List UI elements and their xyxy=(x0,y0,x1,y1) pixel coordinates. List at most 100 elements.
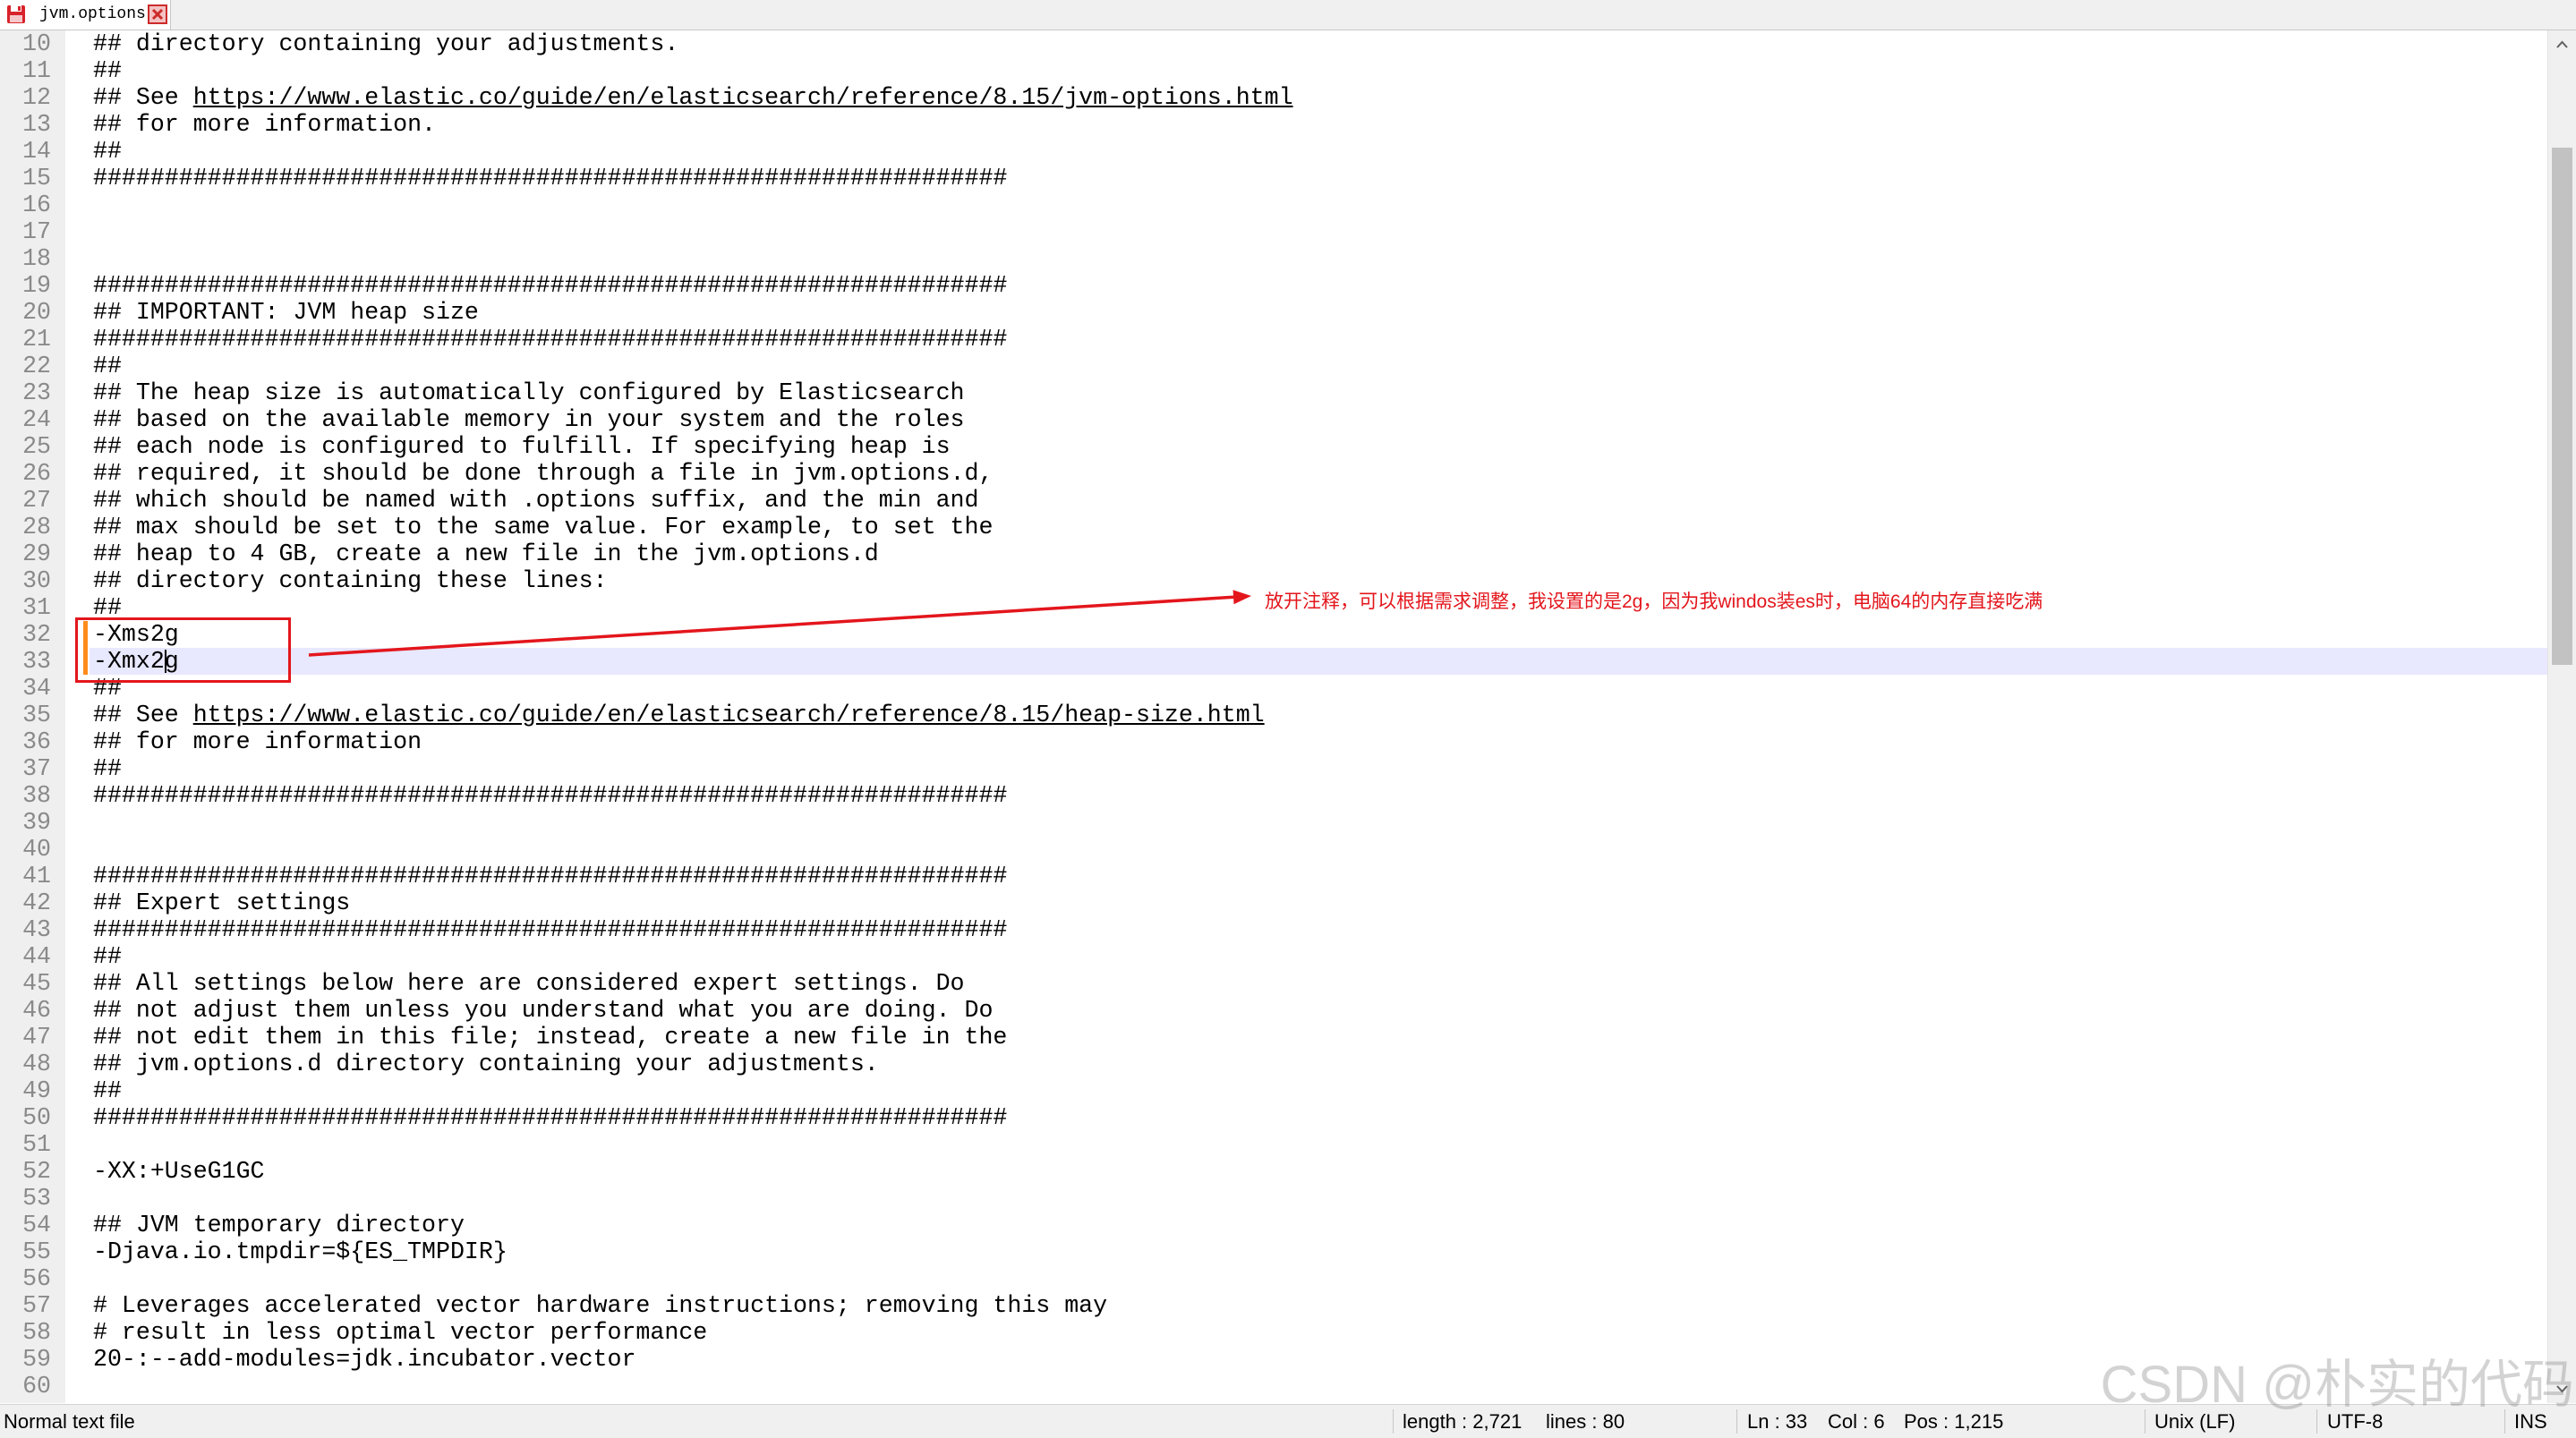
status-separator xyxy=(1736,1409,1737,1434)
code-line[interactable]: 35 ## See https://www.elastic.co/guide/en… xyxy=(0,702,2547,728)
line-content: -XX:+UseG1GC xyxy=(93,1158,265,1185)
code-line[interactable]: 44 ## xyxy=(0,943,2547,970)
code-line[interactable]: 42 ## Expert settings xyxy=(0,889,2547,916)
code-line[interactable]: 48 ## jvm.options.d directory containing … xyxy=(0,1051,2547,1077)
code-line[interactable]: 46 ## not adjust them unless you understa… xyxy=(0,997,2547,1024)
scroll-down-button[interactable] xyxy=(2548,1374,2576,1403)
code-line[interactable]: 18 xyxy=(0,245,2547,272)
line-text: # Leverages accelerated vector hardware … xyxy=(93,1292,1107,1319)
status-insert-mode[interactable]: INS xyxy=(2514,1405,2547,1438)
code-line[interactable]: 45 ## All settings below here are conside… xyxy=(0,970,2547,997)
code-line[interactable]: 29 ## heap to 4 GB, create a new file in … xyxy=(0,540,2547,567)
line-text: -Djava.io.tmpdir=${ES_TMPDIR} xyxy=(93,1238,508,1265)
line-number: 46 xyxy=(22,997,51,1024)
line-number: 37 xyxy=(22,755,51,782)
code-line[interactable]: 53 xyxy=(0,1185,2547,1212)
code-line[interactable]: 11 ## xyxy=(0,57,2547,84)
code-line[interactable]: 36 ## for more information xyxy=(0,728,2547,755)
code-line[interactable]: 41 ######################################… xyxy=(0,863,2547,889)
code-line[interactable]: 34 ## xyxy=(0,675,2547,702)
hyperlink[interactable]: https://www.elastic.co/guide/en/elastics… xyxy=(193,702,1265,728)
line-content: # Leverages accelerated vector hardware … xyxy=(93,1292,1108,1319)
code-line[interactable]: 23 ## The heap size is automatically conf… xyxy=(0,379,2547,406)
line-number: 38 xyxy=(22,782,51,809)
line-text: ## xyxy=(93,943,122,970)
line-number: 57 xyxy=(22,1292,51,1319)
code-line[interactable]: 16 xyxy=(0,191,2547,218)
line-number: 12 xyxy=(22,84,51,111)
line-text: ########################################… xyxy=(93,782,1007,809)
status-eol[interactable]: Unix (LF) xyxy=(2154,1405,2235,1438)
code-line[interactable]: 28 ## max should be set to the same value… xyxy=(0,514,2547,540)
status-encoding[interactable]: UTF-8 xyxy=(2327,1405,2383,1438)
line-number: 20 xyxy=(22,299,51,326)
code-line[interactable]: 39 xyxy=(0,809,2547,836)
code-line[interactable]: 49 ## xyxy=(0,1077,2547,1104)
line-content: ## xyxy=(93,138,122,165)
code-line[interactable]: 13 ## for more information. xyxy=(0,111,2547,138)
chevron-up-icon xyxy=(2548,40,2576,63)
line-text: ## for more information. xyxy=(93,111,436,138)
code-line[interactable]: 15 ######################################… xyxy=(0,165,2547,191)
line-number: 54 xyxy=(22,1212,51,1238)
code-line[interactable]: 47 ## not edit them in this file; instead… xyxy=(0,1024,2547,1051)
line-content: ## xyxy=(93,1077,122,1104)
code-line[interactable]: 12 ## See https://www.elastic.co/guide/en… xyxy=(0,84,2547,111)
line-text: ## not edit them in this file; instead, … xyxy=(93,1024,1007,1051)
code-line[interactable]: 33 -Xmx2g xyxy=(0,648,2547,675)
line-text: ## each node is configured to fulfill. I… xyxy=(93,433,951,460)
code-line[interactable]: 43 ######################################… xyxy=(0,916,2547,943)
line-number: 14 xyxy=(22,138,51,165)
scroll-up-button[interactable] xyxy=(2548,30,2576,59)
line-number: 11 xyxy=(22,57,51,84)
code-line[interactable]: 27 ## which should be named with .options… xyxy=(0,487,2547,514)
editor-lines[interactable]: 10 ## directory containing your adjustmen… xyxy=(0,30,2547,1403)
code-line[interactable]: 26 ## required, it should be done through… xyxy=(0,460,2547,487)
code-line[interactable]: 60 xyxy=(0,1373,2547,1400)
code-line[interactable]: 10 ## directory containing your adjustmen… xyxy=(0,30,2547,57)
code-line[interactable]: 19 ######################################… xyxy=(0,272,2547,299)
code-line[interactable]: 14 ## xyxy=(0,138,2547,165)
status-position: Pos : 1,215 xyxy=(1904,1410,2004,1433)
status-lines: lines : 80 xyxy=(1546,1410,1625,1433)
code-line[interactable]: 25 ## each node is configured to fulfill.… xyxy=(0,433,2547,460)
line-number: 58 xyxy=(22,1319,51,1346)
tab-jvm-options[interactable]: jvm.options xyxy=(0,0,171,30)
code-line[interactable]: 32 -Xms2g xyxy=(0,621,2547,648)
line-number: 60 xyxy=(22,1373,51,1400)
code-line[interactable]: 21 ######################################… xyxy=(0,326,2547,353)
code-line[interactable]: 17 xyxy=(0,218,2547,245)
hyperlink[interactable]: https://www.elastic.co/guide/en/elastics… xyxy=(193,84,1293,111)
code-line[interactable]: 37 ## xyxy=(0,755,2547,782)
scrollbar-thumb[interactable] xyxy=(2552,148,2572,665)
code-line[interactable]: 52 -XX:+UseG1GC xyxy=(0,1158,2547,1185)
code-line[interactable]: 57 # Leverages accelerated vector hardwar… xyxy=(0,1292,2547,1319)
code-line[interactable]: 38 ######################################… xyxy=(0,782,2547,809)
line-number: 49 xyxy=(22,1077,51,1104)
line-number: 19 xyxy=(22,272,51,299)
text-editor[interactable]: 10 ## directory containing your adjustmen… xyxy=(0,30,2547,1403)
code-line[interactable]: 20 ## IMPORTANT: JVM heap size xyxy=(0,299,2547,326)
line-text: ## directory containing these lines: xyxy=(93,567,608,594)
line-content: ## xyxy=(93,57,122,84)
code-line[interactable]: 24 ## based on the available memory in yo… xyxy=(0,406,2547,433)
code-line[interactable]: 59 20-:--add-modules=jdk.incubator.vector xyxy=(0,1346,2547,1373)
line-content: ## each node is configured to fulfill. I… xyxy=(93,433,951,460)
code-line[interactable]: 50 ######################################… xyxy=(0,1104,2547,1131)
line-number: 35 xyxy=(22,702,51,728)
line-number: 32 xyxy=(22,621,51,648)
code-line[interactable]: 54 ## JVM temporary directory xyxy=(0,1212,2547,1238)
line-number: 47 xyxy=(22,1024,51,1051)
line-content: ########################################… xyxy=(93,916,1008,943)
code-line[interactable]: 40 xyxy=(0,836,2547,863)
line-content: ## which should be named with .options s… xyxy=(93,487,979,514)
line-content: ## heap to 4 GB, create a new file in th… xyxy=(93,540,879,567)
close-tab-icon[interactable] xyxy=(148,4,167,24)
code-line[interactable]: 55 -Djava.io.tmpdir=${ES_TMPDIR} xyxy=(0,1238,2547,1265)
code-line[interactable]: 56 xyxy=(0,1265,2547,1292)
code-line[interactable]: 58 # result in less optimal vector perfor… xyxy=(0,1319,2547,1346)
line-text: # result in less optimal vector performa… xyxy=(93,1319,707,1346)
vertical-scrollbar[interactable] xyxy=(2547,30,2576,1403)
code-line[interactable]: 22 ## xyxy=(0,353,2547,379)
code-line[interactable]: 51 xyxy=(0,1131,2547,1158)
